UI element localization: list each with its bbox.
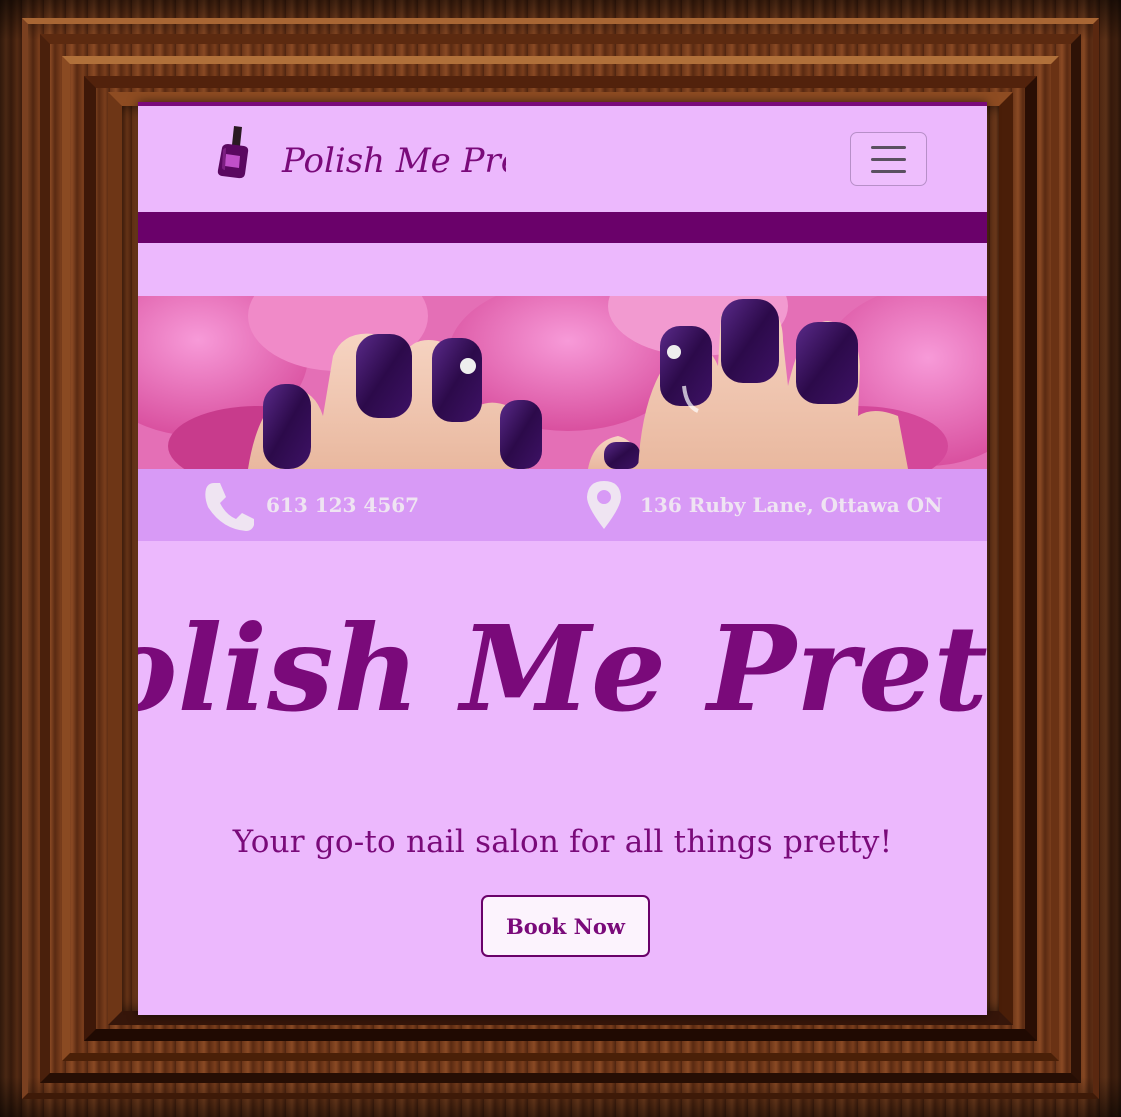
hamburger-menu-icon bbox=[871, 170, 906, 173]
hamburger-menu-icon bbox=[871, 146, 906, 149]
map-pin-icon bbox=[587, 481, 621, 529]
brand-logo-text: Polish Me Pretty bbox=[281, 141, 506, 181]
contact-info-bar: 613 123 4567 136 Ruby Lane, Ottawa ON bbox=[138, 469, 987, 541]
navbar-toggler-button[interactable] bbox=[850, 132, 927, 186]
navbar: Polish Me Pretty bbox=[138, 106, 987, 212]
hero-image bbox=[138, 296, 987, 469]
page-title-logo: Polish Me Pretty bbox=[138, 599, 987, 738]
purple-band bbox=[138, 212, 987, 243]
page-title: Polish Me Pretty bbox=[138, 599, 987, 738]
hamburger-menu-icon bbox=[871, 158, 906, 161]
address[interactable]: 136 Ruby Lane, Ottawa ON bbox=[640, 493, 942, 517]
phone-icon bbox=[205, 483, 254, 531]
nail-polish-bottle-icon[interactable] bbox=[214, 124, 252, 180]
tagline: Your go-to nail salon for all things pre… bbox=[232, 824, 893, 860]
phone-number[interactable]: 613 123 4567 bbox=[266, 493, 419, 517]
brand-logo[interactable]: Polish Me Pretty bbox=[280, 132, 506, 184]
website-canvas: Polish Me Pretty bbox=[138, 102, 987, 1015]
book-now-button[interactable]: Book Now bbox=[481, 895, 650, 957]
